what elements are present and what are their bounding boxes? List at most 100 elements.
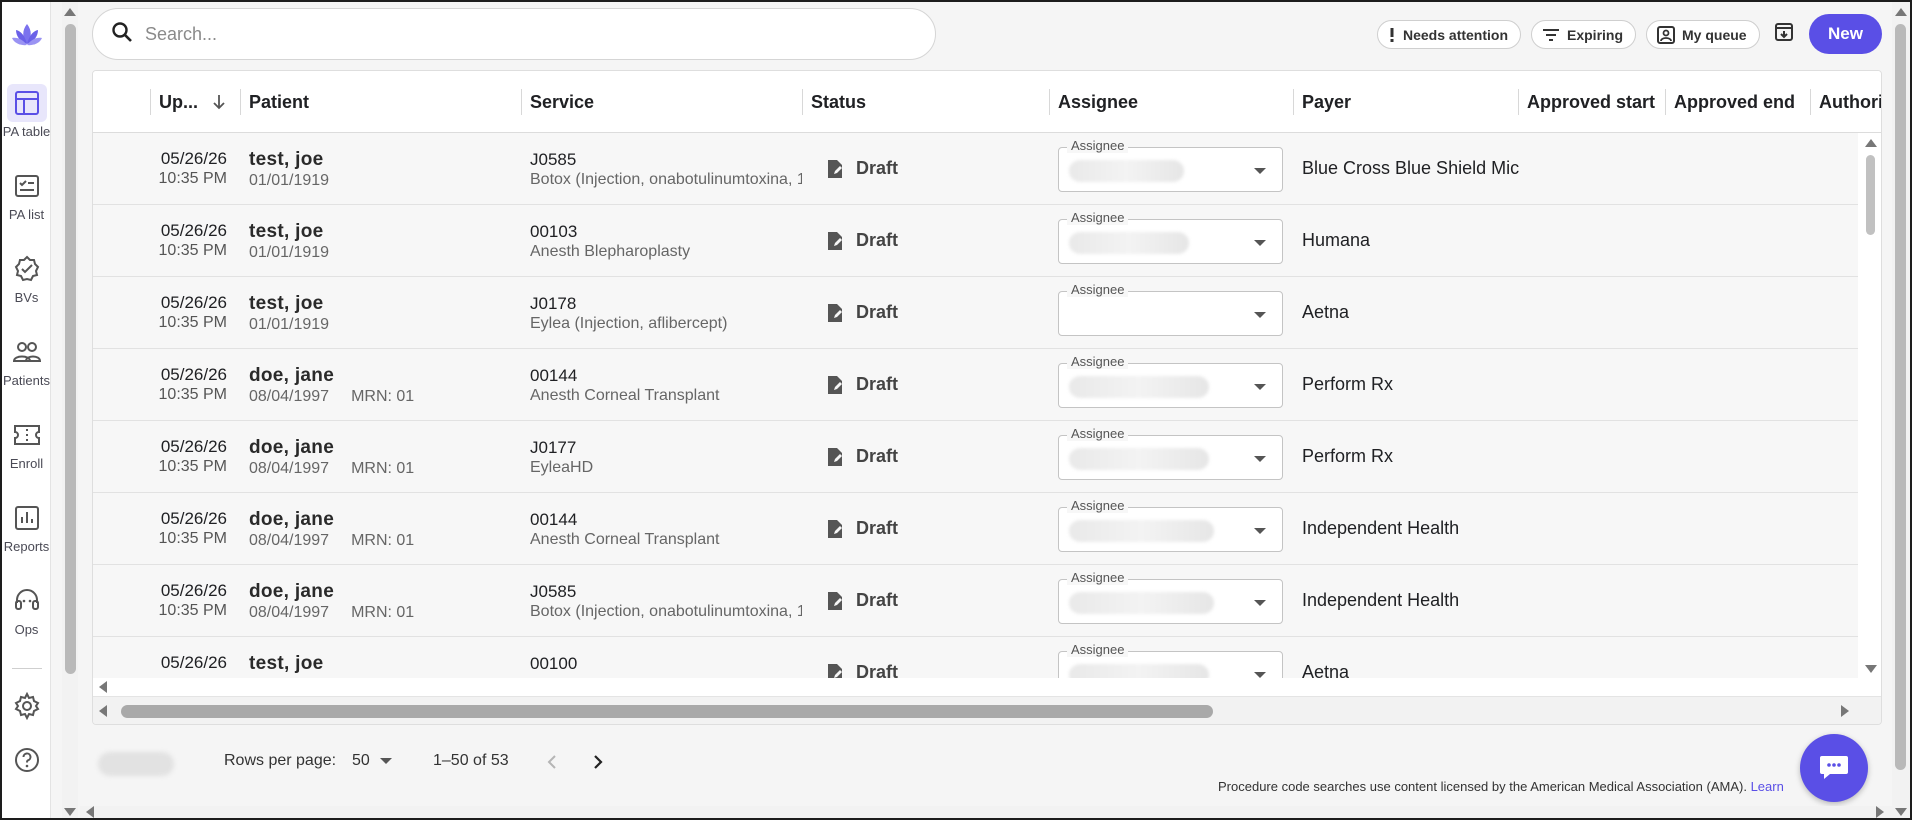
status-cell: Draft: [826, 446, 898, 467]
nav-item-ops[interactable]: Ops: [2, 580, 51, 650]
patient-mrn: MRN: 01: [351, 388, 415, 405]
patient-cell[interactable]: doe, jane 08/04/1997 MRN: 01: [249, 437, 414, 479]
patient-cell[interactable]: doe, jane 08/04/1997 MRN: 01: [249, 509, 414, 551]
nav-item-reports[interactable]: Reports: [2, 497, 51, 567]
updated-cell: 05/26/26 10:35 PM: [157, 149, 227, 189]
patient-dob: 08/04/1997: [249, 388, 330, 405]
scroll-right-arrow-icon[interactable]: [1876, 806, 1884, 818]
scroll-right-arrow-icon[interactable]: [1841, 705, 1849, 717]
scroll-left-arrow-icon[interactable]: [99, 681, 107, 693]
service-code: 00144: [530, 366, 578, 385]
scroll-down-arrow-icon[interactable]: [1865, 665, 1877, 673]
patient-cell[interactable]: doe, jane 08/04/1997 MRN: 01: [249, 581, 414, 623]
table-row[interactable]: 05/26/26 10:35 PM doe, jane 08/04/1997 MRN: …: [93, 349, 1858, 421]
status-cell: Draft: [826, 590, 898, 611]
table-row[interactable]: 05/26/26 10:35 PM test, joe 01/01/1919 J0178…: [93, 277, 1858, 349]
assignee-field-label: Assignee: [1067, 138, 1129, 153]
table-row[interactable]: 05/26/26 10:35 PM test, joe 01/01/1919 J0585…: [93, 133, 1858, 205]
assignee-select[interactable]: Assignee: [1058, 354, 1283, 408]
scroll-up-arrow-icon[interactable]: [64, 8, 76, 16]
assignee-select[interactable]: Assignee: [1058, 498, 1283, 552]
nav-item-pa-table[interactable]: PA table: [2, 82, 51, 152]
search-input[interactable]: [145, 23, 845, 45]
scroll-up-arrow-icon[interactable]: [1865, 139, 1877, 147]
scroll-left-arrow-icon[interactable]: [99, 705, 107, 717]
nav-item-patients[interactable]: Patients: [2, 331, 51, 401]
table-row[interactable]: 05/26/26 test, joe 00100 Draft Assignee Aetna: [93, 637, 1858, 678]
column-header-payer[interactable]: Payer: [1294, 71, 1518, 133]
column-header-authorization[interactable]: Authori: [1811, 71, 1881, 133]
patient-cell[interactable]: test, joe 01/01/1919: [249, 221, 351, 263]
updated-time: 10:35 PM: [158, 314, 227, 331]
updated-date: 05/26/26: [160, 149, 227, 168]
table-horizontal-scrollbar[interactable]: [93, 696, 1881, 724]
rows-per-page-select[interactable]: 50: [352, 752, 392, 770]
rows-per-page-value: 50: [352, 752, 370, 769]
scroll-left-arrow-icon[interactable]: [86, 806, 94, 818]
table-row[interactable]: 05/26/26 10:35 PM test, joe 01/01/1919 00103…: [93, 205, 1858, 277]
patient-cell[interactable]: test, joe 01/01/1919: [249, 149, 351, 191]
page-vertical-scrollbar[interactable]: [62, 2, 78, 818]
learn-more-link[interactable]: Learn: [1751, 779, 1784, 794]
assignee-select[interactable]: Assignee: [1058, 570, 1283, 624]
assignee-field-label: Assignee: [1067, 642, 1129, 657]
column-header-approved-end[interactable]: Approved end: [1666, 71, 1810, 133]
table-row[interactable]: 05/26/26 10:35 PM doe, jane 08/04/1997 MRN: …: [93, 421, 1858, 493]
nav-item-pa-list[interactable]: PA list: [2, 165, 51, 235]
new-button[interactable]: New: [1809, 14, 1882, 54]
previous-page-button[interactable]: [542, 752, 562, 772]
archive-icon: [1774, 22, 1794, 47]
scrollbar-thumb[interactable]: [121, 705, 1213, 718]
assignee-select[interactable]: Assignee: [1058, 282, 1283, 336]
column-header-updated[interactable]: Up...: [151, 71, 241, 133]
assignee-select[interactable]: Assignee: [1058, 426, 1283, 480]
patient-cell[interactable]: test, joe: [249, 653, 324, 678]
filter-my-queue-chip[interactable]: My queue: [1646, 20, 1760, 49]
assignee-select[interactable]: Assignee: [1058, 138, 1283, 192]
settings-button[interactable]: [2, 688, 51, 728]
updated-time: 10:35 PM: [158, 242, 227, 259]
table-vertical-scrollbar[interactable]: [1858, 133, 1881, 678]
scroll-down-arrow-icon[interactable]: [64, 808, 76, 816]
status-label: Draft: [856, 302, 899, 322]
updated-cell: 05/26/26 10:35 PM: [157, 437, 227, 477]
updated-date: 05/26/26: [160, 437, 227, 456]
column-header-status[interactable]: Status: [803, 71, 1049, 133]
scroll-up-arrow-icon[interactable]: [1895, 8, 1907, 16]
nav-item-bvs[interactable]: BVs: [2, 248, 51, 318]
search-bar[interactable]: [92, 8, 936, 60]
column-header-approved-start[interactable]: Approved start: [1519, 71, 1665, 133]
draft-document-icon: [826, 447, 844, 467]
table-row[interactable]: 05/26/26 10:35 PM doe, jane 08/04/1997 MRN: …: [93, 493, 1858, 565]
patient-name: test, joe: [249, 221, 324, 242]
scrollbar-thumb[interactable]: [1866, 155, 1875, 235]
window-horizontal-scrollbar[interactable]: [80, 806, 1892, 818]
table-row[interactable]: 05/26/26 10:35 PM doe, jane 08/04/1997 MRN: …: [93, 565, 1858, 637]
service-cell: 00144 Anesth Corneal Transplant: [530, 365, 802, 406]
service-cell: 00100: [530, 653, 802, 674]
chat-button[interactable]: [1800, 734, 1868, 802]
pa-table: Up... Patient Service Status Assignee Pa…: [92, 70, 1882, 725]
patient-cell[interactable]: test, joe 01/01/1919: [249, 293, 351, 335]
scrollbar-thumb[interactable]: [1895, 24, 1906, 770]
next-page-button[interactable]: [588, 752, 608, 772]
patient-cell[interactable]: doe, jane 08/04/1997 MRN: 01: [249, 365, 414, 407]
filter-expiring-chip[interactable]: Expiring: [1531, 20, 1637, 49]
service-code: J0585: [530, 150, 577, 169]
sort-down-arrow-icon[interactable]: [212, 94, 226, 110]
assignee-select[interactable]: Assignee: [1058, 210, 1283, 264]
window-vertical-scrollbar[interactable]: [1892, 2, 1910, 818]
help-button[interactable]: [2, 742, 51, 782]
assignee-field-label: Assignee: [1067, 210, 1129, 225]
scrollbar-thumb[interactable]: [65, 24, 76, 674]
column-header-service[interactable]: Service: [522, 71, 802, 133]
table-inner-horizontal-scrollbar[interactable]: [93, 678, 1858, 696]
scroll-down-arrow-icon[interactable]: [1895, 808, 1907, 816]
column-header-assignee[interactable]: Assignee: [1050, 71, 1293, 133]
assignee-select[interactable]: Assignee: [1058, 642, 1283, 678]
nav-item-enroll[interactable]: Enroll: [2, 414, 51, 484]
column-header-patient[interactable]: Patient: [241, 71, 521, 133]
draft-document-icon: [826, 519, 844, 539]
archive-button[interactable]: [1772, 22, 1796, 46]
filter-needs-attention-chip[interactable]: Needs attention: [1377, 20, 1522, 49]
